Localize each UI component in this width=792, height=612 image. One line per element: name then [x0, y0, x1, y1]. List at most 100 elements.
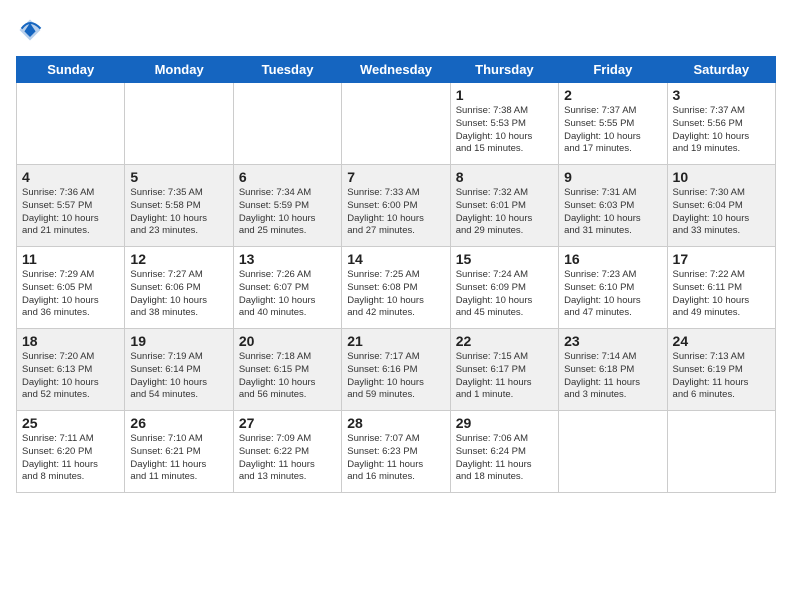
cell-info: Sunrise: 7:38 AMSunset: 5:53 PMDaylight:… — [456, 105, 553, 156]
day-header-sunday: Sunday — [17, 57, 125, 83]
calendar-cell: 18 Sunrise: 7:20 AMSunset: 6:13 PMDayligh… — [17, 329, 125, 411]
cell-info: Sunrise: 7:20 AMSunset: 6:13 PMDaylight:… — [22, 351, 119, 402]
calendar-cell: 15 Sunrise: 7:24 AMSunset: 6:09 PMDayligh… — [450, 247, 558, 329]
day-header-tuesday: Tuesday — [233, 57, 341, 83]
calendar-cell: 1 Sunrise: 7:38 AMSunset: 5:53 PMDaylight… — [450, 83, 558, 165]
date-number: 19 — [130, 333, 227, 349]
calendar-cell: 20 Sunrise: 7:18 AMSunset: 6:15 PMDayligh… — [233, 329, 341, 411]
date-number: 23 — [564, 333, 661, 349]
cell-info: Sunrise: 7:36 AMSunset: 5:57 PMDaylight:… — [22, 187, 119, 238]
calendar-cell: 14 Sunrise: 7:25 AMSunset: 6:08 PMDayligh… — [342, 247, 450, 329]
calendar-cell: 13Sunrise: 7:26 AMSunset: 6:07 PMDayligh… — [233, 247, 341, 329]
date-number: 8 — [456, 169, 553, 185]
cell-info: Sunrise: 7:37 AMSunset: 5:56 PMDaylight:… — [673, 105, 770, 156]
calendar-cell: 24 Sunrise: 7:13 AMSunset: 6:19 PMDayligh… — [667, 329, 775, 411]
cell-info: Sunrise: 7:33 AMSunset: 6:00 PMDaylight:… — [347, 187, 444, 238]
date-number: 5 — [130, 169, 227, 185]
date-number: 14 — [347, 251, 444, 267]
header-row: SundayMondayTuesdayWednesdayThursdayFrid… — [17, 57, 776, 83]
calendar-cell: 17 Sunrise: 7:22 AMSunset: 6:11 PMDayligh… — [667, 247, 775, 329]
calendar-cell: 5Sunrise: 7:35 AMSunset: 5:58 PMDaylight… — [125, 165, 233, 247]
week-row-1: 1 Sunrise: 7:38 AMSunset: 5:53 PMDaylight… — [17, 83, 776, 165]
day-header-saturday: Saturday — [667, 57, 775, 83]
date-number: 26 — [130, 415, 227, 431]
date-number: 6 — [239, 169, 336, 185]
calendar-cell: 29 Sunrise: 7:06 AMSunset: 6:24 PMDayligh… — [450, 411, 558, 493]
cell-info: Sunrise: 7:34 AMSunset: 5:59 PMDaylight:… — [239, 187, 336, 238]
date-number: 20 — [239, 333, 336, 349]
cell-info: Sunrise: 7:24 AMSunset: 6:09 PMDaylight:… — [456, 269, 553, 320]
date-number: 12 — [130, 251, 227, 267]
date-number: 28 — [347, 415, 444, 431]
date-number: 22 — [456, 333, 553, 349]
calendar-cell: 19 Sunrise: 7:19 AMSunset: 6:14 PMDayligh… — [125, 329, 233, 411]
calendar-cell: 11 Sunrise: 7:29 AMSunset: 6:05 PMDayligh… — [17, 247, 125, 329]
cell-info: Sunrise: 7:09 AMSunset: 6:22 PMDaylight:… — [239, 433, 336, 484]
date-number: 27 — [239, 415, 336, 431]
week-row-3: 11 Sunrise: 7:29 AMSunset: 6:05 PMDayligh… — [17, 247, 776, 329]
date-number: 15 — [456, 251, 553, 267]
cell-info: Sunrise: 7:11 AMSunset: 6:20 PMDaylight:… — [22, 433, 119, 484]
date-number: 10 — [673, 169, 770, 185]
logo-icon — [16, 16, 44, 44]
cell-info: Sunrise: 7:18 AMSunset: 6:15 PMDaylight:… — [239, 351, 336, 402]
calendar-cell — [233, 83, 341, 165]
calendar-cell: 4 Sunrise: 7:36 AMSunset: 5:57 PMDaylight… — [17, 165, 125, 247]
cell-info: Sunrise: 7:30 AMSunset: 6:04 PMDaylight:… — [673, 187, 770, 238]
date-number: 11 — [22, 251, 119, 267]
date-number: 24 — [673, 333, 770, 349]
day-header-monday: Monday — [125, 57, 233, 83]
calendar-cell: 7Sunrise: 7:33 AMSunset: 6:00 PMDaylight… — [342, 165, 450, 247]
cell-info: Sunrise: 7:19 AMSunset: 6:14 PMDaylight:… — [130, 351, 227, 402]
cell-info: Sunrise: 7:37 AMSunset: 5:55 PMDaylight:… — [564, 105, 661, 156]
calendar-cell: 26 Sunrise: 7:10 AMSunset: 6:21 PMDayligh… — [125, 411, 233, 493]
calendar-cell: 27 Sunrise: 7:09 AMSunset: 6:22 PMDayligh… — [233, 411, 341, 493]
calendar-cell: 9 Sunrise: 7:31 AMSunset: 6:03 PMDaylight… — [559, 165, 667, 247]
day-header-wednesday: Wednesday — [342, 57, 450, 83]
week-row-4: 18 Sunrise: 7:20 AMSunset: 6:13 PMDayligh… — [17, 329, 776, 411]
cell-info: Sunrise: 7:14 AMSunset: 6:18 PMDaylight:… — [564, 351, 661, 402]
date-number: 1 — [456, 87, 553, 103]
week-row-5: 25Sunrise: 7:11 AMSunset: 6:20 PMDayligh… — [17, 411, 776, 493]
cell-info: Sunrise: 7:27 AMSunset: 6:06 PMDaylight:… — [130, 269, 227, 320]
calendar-cell: 21 Sunrise: 7:17 AMSunset: 6:16 PMDayligh… — [342, 329, 450, 411]
calendar-cell — [667, 411, 775, 493]
cell-info: Sunrise: 7:10 AMSunset: 6:21 PMDaylight:… — [130, 433, 227, 484]
cell-info: Sunrise: 7:23 AMSunset: 6:10 PMDaylight:… — [564, 269, 661, 320]
page-header — [16, 16, 776, 44]
calendar-cell: 22 Sunrise: 7:15 AMSunset: 6:17 PMDayligh… — [450, 329, 558, 411]
cell-info: Sunrise: 7:22 AMSunset: 6:11 PMDaylight:… — [673, 269, 770, 320]
week-row-2: 4 Sunrise: 7:36 AMSunset: 5:57 PMDaylight… — [17, 165, 776, 247]
calendar-cell: 25Sunrise: 7:11 AMSunset: 6:20 PMDayligh… — [17, 411, 125, 493]
calendar-cell — [17, 83, 125, 165]
date-number: 3 — [673, 87, 770, 103]
day-header-thursday: Thursday — [450, 57, 558, 83]
date-number: 4 — [22, 169, 119, 185]
cell-info: Sunrise: 7:25 AMSunset: 6:08 PMDaylight:… — [347, 269, 444, 320]
date-number: 2 — [564, 87, 661, 103]
cell-info: Sunrise: 7:06 AMSunset: 6:24 PMDaylight:… — [456, 433, 553, 484]
cell-info: Sunrise: 7:29 AMSunset: 6:05 PMDaylight:… — [22, 269, 119, 320]
cell-info: Sunrise: 7:13 AMSunset: 6:19 PMDaylight:… — [673, 351, 770, 402]
logo — [16, 16, 48, 44]
date-number: 21 — [347, 333, 444, 349]
calendar-cell: 3 Sunrise: 7:37 AMSunset: 5:56 PMDaylight… — [667, 83, 775, 165]
cell-info: Sunrise: 7:31 AMSunset: 6:03 PMDaylight:… — [564, 187, 661, 238]
calendar-cell: 16Sunrise: 7:23 AMSunset: 6:10 PMDayligh… — [559, 247, 667, 329]
cell-info: Sunrise: 7:07 AMSunset: 6:23 PMDaylight:… — [347, 433, 444, 484]
cell-info: Sunrise: 7:15 AMSunset: 6:17 PMDaylight:… — [456, 351, 553, 402]
calendar-cell: 12 Sunrise: 7:27 AMSunset: 6:06 PMDayligh… — [125, 247, 233, 329]
calendar-cell: 6 Sunrise: 7:34 AMSunset: 5:59 PMDaylight… — [233, 165, 341, 247]
date-number: 29 — [456, 415, 553, 431]
calendar-cell — [125, 83, 233, 165]
calendar-cell: 8Sunrise: 7:32 AMSunset: 6:01 PMDaylight… — [450, 165, 558, 247]
date-number: 13 — [239, 251, 336, 267]
calendar-cell — [559, 411, 667, 493]
date-number: 17 — [673, 251, 770, 267]
calendar-cell: 2 Sunrise: 7:37 AMSunset: 5:55 PMDaylight… — [559, 83, 667, 165]
date-number: 18 — [22, 333, 119, 349]
day-header-friday: Friday — [559, 57, 667, 83]
date-number: 9 — [564, 169, 661, 185]
cell-info: Sunrise: 7:17 AMSunset: 6:16 PMDaylight:… — [347, 351, 444, 402]
calendar-cell — [342, 83, 450, 165]
